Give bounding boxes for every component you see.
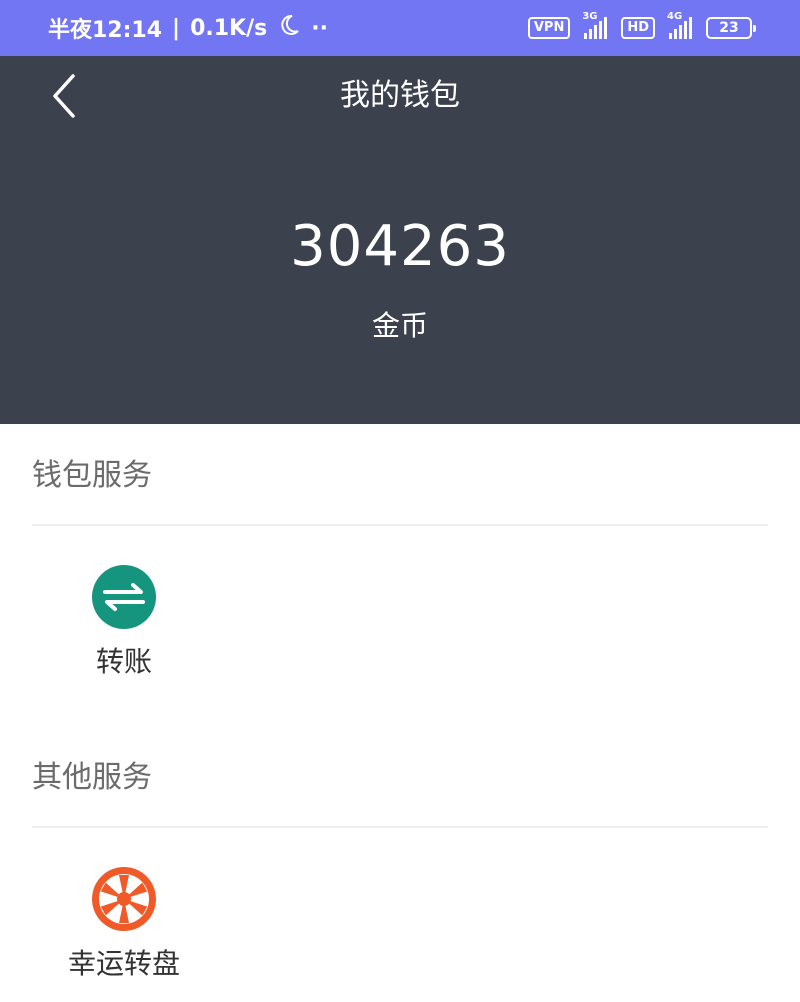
divider	[32, 524, 768, 526]
status-dots: ··	[311, 15, 328, 41]
lucky-wheel-icon	[92, 867, 156, 931]
status-right: VPN 3G HD 4G 23	[527, 11, 756, 39]
battery-icon: 23	[706, 17, 756, 39]
transfer-icon	[92, 565, 156, 629]
signal-sim1-icon: 3G	[582, 11, 608, 39]
vpn-badge: VPN	[527, 17, 571, 39]
coin-balance: 304263	[290, 214, 510, 279]
transfer-button[interactable]: 转账	[64, 564, 184, 680]
status-bar: 半夜12:14 | 0.1K/s ·· VPN 3G HD 4G 23	[0, 0, 800, 56]
network-speed: 0.1K/s	[190, 15, 268, 41]
page-title: 我的钱包	[340, 78, 460, 113]
other-services-heading: 其他服务	[32, 760, 152, 795]
status-separator: |	[172, 15, 181, 41]
status-left: 半夜12:14 | 0.1K/s ··	[48, 12, 528, 44]
hd-badge: HD	[621, 17, 655, 39]
sim2-type: 4G	[667, 11, 683, 22]
lucky-wheel-button[interactable]: 幸运转盘	[64, 866, 184, 982]
moon-icon	[277, 13, 301, 43]
divider	[32, 826, 768, 828]
wallet-header: 我的钱包 304263 金币	[0, 56, 800, 424]
lucky-wheel-label: 幸运转盘	[67, 947, 180, 980]
wallet-services-heading: 钱包服务	[32, 458, 152, 493]
signal-sim2-icon: 4G	[667, 11, 692, 39]
status-time: 半夜12:14	[48, 18, 163, 43]
transfer-label: 转账	[95, 645, 152, 678]
coin-unit-label: 金币	[371, 309, 428, 342]
sim1-type: 3G	[582, 11, 598, 22]
